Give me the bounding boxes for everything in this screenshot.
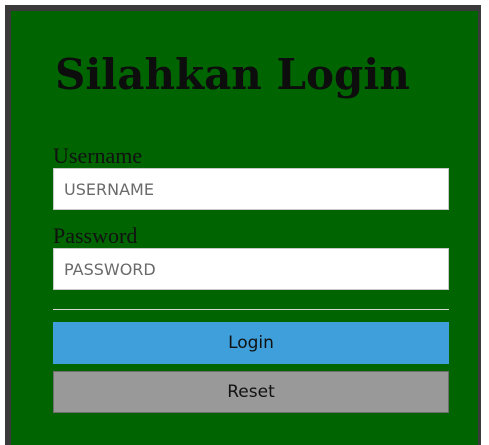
username-input[interactable] (53, 168, 449, 210)
password-input[interactable] (53, 248, 449, 290)
login-button[interactable]: Login (53, 322, 449, 364)
login-panel: Silahkan Login Username Password Login R… (11, 11, 478, 445)
page-title: Silahkan Login (55, 50, 410, 99)
divider (53, 309, 449, 310)
password-label: Password (53, 223, 138, 248)
username-label: Username (53, 143, 143, 168)
reset-button[interactable]: Reset (53, 371, 449, 413)
